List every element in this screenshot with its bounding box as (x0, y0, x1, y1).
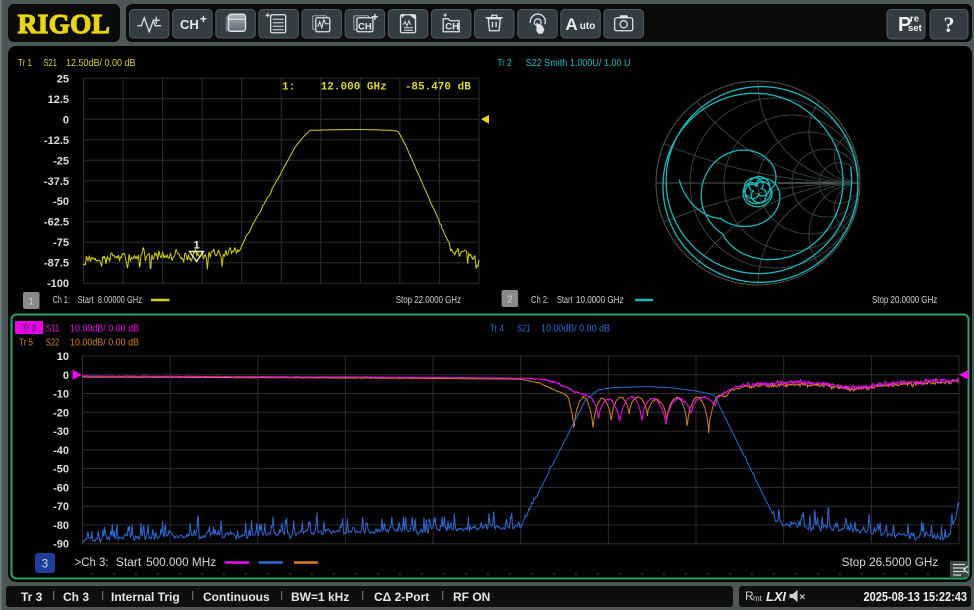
svg-text:10: 10 (57, 351, 69, 363)
svg-text:-90: -90 (53, 539, 69, 551)
svg-text:-50: -50 (53, 196, 69, 208)
svg-text:CH: CH (358, 21, 372, 32)
svg-text:-10: -10 (53, 389, 69, 401)
svg-text:3: 3 (42, 559, 48, 571)
svg-text:+: + (371, 10, 378, 24)
svg-text:-87.5: -87.5 (44, 258, 69, 270)
svg-text:10.00dB/ 0.00 dB: 10.00dB/ 0.00 dB (541, 323, 610, 335)
svg-text:CΔ 2-Port: CΔ 2-Port (374, 590, 429, 604)
svg-text:0: 0 (63, 370, 69, 382)
svg-text:Tr 4: Tr 4 (490, 323, 504, 335)
svg-text:Tr 1: Tr 1 (18, 57, 32, 69)
svg-text:S21: S21 (517, 323, 531, 335)
svg-text:-85.470 dB: -85.470 dB (405, 82, 471, 94)
svg-text:Ch 3: Ch 3 (63, 590, 89, 604)
svg-text:-70: -70 (53, 501, 69, 513)
svg-text:LXI: LXI (766, 589, 786, 604)
svg-text:Stop 20.0000 GHz: Stop 20.0000 GHz (872, 295, 937, 306)
svg-text:10.00dB/ 0.00 dB: 10.00dB/ 0.00 dB (70, 323, 139, 335)
svg-text:Start: Start (116, 557, 142, 569)
svg-text:-100: -100 (47, 278, 69, 290)
svg-text:10.0000 GHz: 10.0000 GHz (576, 295, 624, 306)
svg-text:-12.5: -12.5 (44, 135, 69, 147)
svg-text:25: 25 (57, 73, 69, 85)
svg-text:0: 0 (63, 114, 69, 126)
svg-text:CH: CH (445, 21, 459, 32)
svg-text:mt: mt (753, 594, 763, 603)
svg-text:-80: -80 (53, 520, 69, 532)
svg-text:-75: -75 (53, 237, 69, 249)
svg-text:-30: -30 (53, 426, 69, 438)
svg-text:Stop 22.0000 GHz: Stop 22.0000 GHz (396, 295, 461, 306)
svg-text:S11: S11 (46, 323, 60, 335)
svg-text:1: 1 (193, 240, 199, 252)
svg-text:-60: -60 (53, 482, 69, 494)
svg-text:12.000 GHz: 12.000 GHz (321, 82, 387, 94)
svg-text:10.00dB/ 0.00 dB: 10.00dB/ 0.00 dB (70, 337, 139, 349)
svg-text:Start: Start (557, 295, 573, 306)
svg-text:2025-08-13 15:22:43: 2025-08-13 15:22:43 (864, 590, 968, 604)
svg-text:12.50dB/ 0.00 dB: 12.50dB/ 0.00 dB (66, 57, 136, 69)
svg-text:-37.5: -37.5 (44, 176, 69, 188)
svg-text:Internal Trig: Internal Trig (111, 590, 180, 604)
svg-text:RIGOL: RIGOL (18, 9, 111, 39)
svg-text:Tr 3: Tr 3 (22, 323, 36, 335)
svg-text:1: 1 (28, 297, 34, 308)
svg-text:Stop 26.5000 GHz: Stop 26.5000 GHz (842, 557, 939, 569)
svg-text:set: set (908, 23, 923, 34)
svg-text:A: A (565, 15, 577, 34)
svg-text:Tr 3: Tr 3 (21, 590, 43, 604)
svg-text:Ch 1:: Ch 1: (53, 295, 70, 306)
svg-text:-40: -40 (53, 445, 69, 457)
svg-text:Tr 5: Tr 5 (19, 337, 33, 349)
svg-text:2: 2 (507, 295, 513, 306)
svg-text:-25: -25 (53, 155, 69, 167)
svg-text:Start: Start (78, 295, 94, 306)
svg-text:RF ON: RF ON (453, 590, 490, 604)
svg-text:CH: CH (180, 17, 199, 32)
svg-text:-20: -20 (53, 407, 69, 419)
svg-text:BW=1 kHz: BW=1 kHz (291, 590, 349, 604)
svg-text:Ch 2:: Ch 2: (531, 295, 549, 306)
svg-text:?: ? (944, 12, 955, 37)
svg-text:1:: 1: (282, 82, 295, 94)
svg-text:Tr 2: Tr 2 (498, 57, 512, 69)
svg-text:8.00000 GHz: 8.00000 GHz (98, 295, 142, 306)
svg-text:-62.5: -62.5 (44, 217, 69, 229)
svg-text:500.000 MHz: 500.000 MHz (146, 557, 216, 569)
svg-text:>Ch 3:: >Ch 3: (75, 557, 109, 569)
svg-text:Continuous: Continuous (203, 590, 270, 604)
svg-text:S22: S22 (46, 337, 60, 349)
svg-text:S21: S21 (44, 57, 58, 69)
svg-text:S22 Smith 1.000U/ 1.00 U: S22 Smith 1.000U/ 1.00 U (526, 57, 631, 69)
svg-text:uto: uto (580, 21, 596, 32)
svg-text:+: + (200, 12, 207, 26)
svg-text:12.5: 12.5 (48, 94, 69, 106)
svg-text:-50: -50 (53, 464, 69, 476)
